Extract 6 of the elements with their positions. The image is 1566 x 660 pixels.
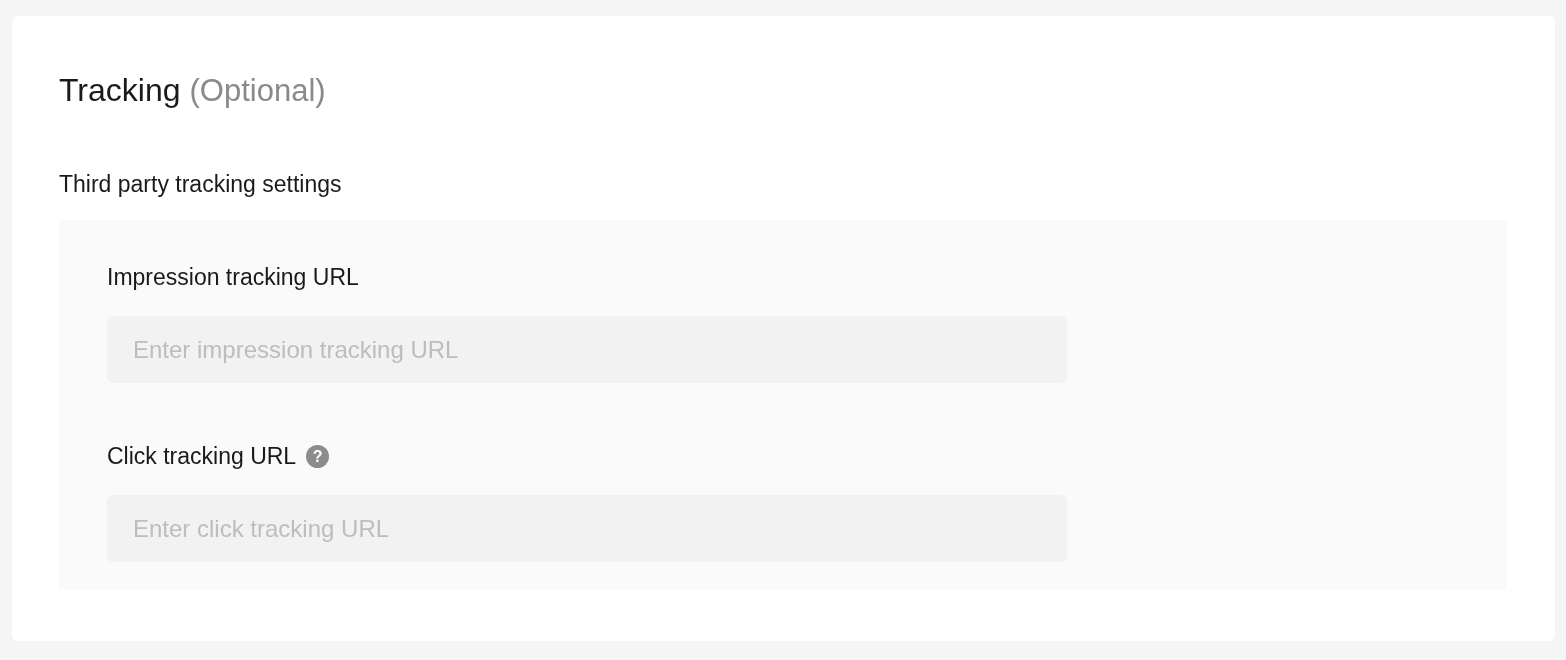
subsection-title: Third party tracking settings: [59, 171, 342, 198]
help-icon[interactable]: ?: [306, 445, 330, 468]
optional-note: (Optional): [189, 73, 326, 109]
section-title: Tracking: [59, 72, 181, 109]
field-label: Impression tracking URL: [107, 264, 359, 291]
field-label: Click tracking URL: [107, 443, 297, 470]
